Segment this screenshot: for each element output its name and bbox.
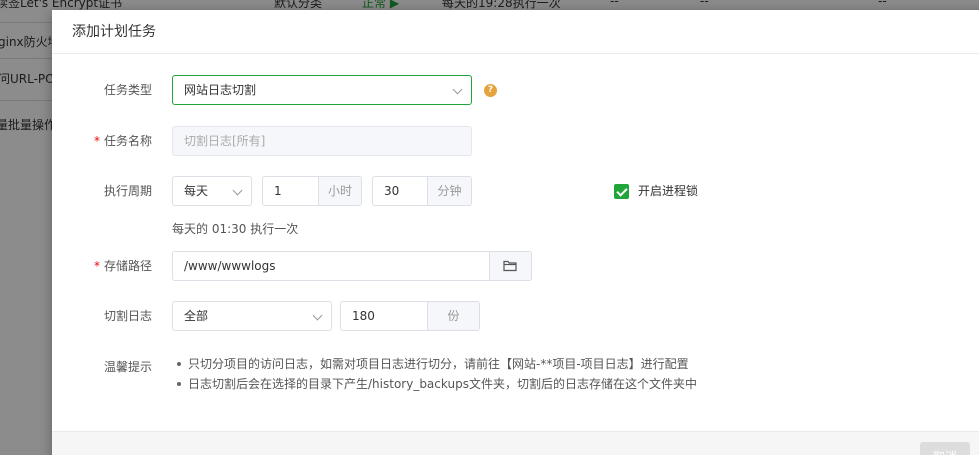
task-name-label: * 任务名称 [52,126,152,156]
tip-item: 只切分项目的访问日志，如需对项目日志进行切分，请前往【网站-**项目-项目日志】… [174,354,697,374]
chevron-down-icon [312,310,323,321]
tips-label: 温馨提示 [103,360,152,374]
tips-list: 只切分项目的访问日志，如需对项目日志进行切分，请前往【网站-**项目-项目日志】… [174,354,697,394]
tip-item: 日志切割后会在选择的目录下产生/history_backups文件夹，切割后的日… [174,374,697,394]
minute-input[interactable]: 30 分钟 [372,176,472,206]
storage-path-label: * 存储路径 [52,251,152,281]
process-lock-checkbox[interactable] [614,184,629,199]
period-summary: 每天的 01:30 执行一次 [172,222,299,236]
process-lock-label[interactable]: 开启进程锁 [638,184,698,199]
cycle-value: 每天 [184,184,209,198]
dialog-footer: 取消 [52,431,979,455]
add-task-dialog: 添加计划任务 任务类型 网站日志切割 ? * 任务名称 切割日志[所有] 执行周期… [52,10,979,455]
period-label: 执行周期 [103,184,152,198]
keep-count-value: 180 [352,309,375,323]
chevron-down-icon [232,185,243,196]
storage-path-label-text: 存储路径 [103,259,152,273]
minute-value: 30 [384,184,400,198]
required-mark: * [93,134,100,148]
hour-value: 1 [274,184,282,198]
task-name-label-text: 任务名称 [103,134,152,148]
storage-path-input[interactable]: /www/wwwlogs [172,251,532,281]
minute-unit: 分钟 [427,177,471,205]
browse-folder-button[interactable] [489,252,531,280]
task-type-value: 网站日志切割 [184,83,257,97]
task-type-select[interactable]: 网站日志切割 [172,75,472,105]
keep-count-unit: 份 [427,302,479,330]
folder-icon [503,260,517,272]
hour-input[interactable]: 1 小时 [262,176,362,206]
dialog-title: 添加计划任务 [52,10,979,54]
hour-unit: 小时 [318,177,361,205]
chevron-down-icon [452,84,463,95]
cancel-button[interactable]: 取消 [920,442,970,455]
cut-log-label: 切割日志 [103,309,152,323]
cut-log-scope-value: 全部 [184,309,209,323]
storage-path-value: /www/wwwlogs [184,259,276,273]
cycle-select[interactable]: 每天 [172,176,252,206]
task-name-input: 切割日志[所有] [172,126,472,156]
keep-count-input[interactable]: 180 份 [340,301,480,331]
required-mark: * [93,259,100,273]
task-type-label: 任务类型 [103,83,152,97]
task-name-placeholder: 切割日志[所有] [184,134,266,148]
help-icon[interactable]: ? [484,84,497,97]
cut-log-scope-select[interactable]: 全部 [172,301,332,331]
